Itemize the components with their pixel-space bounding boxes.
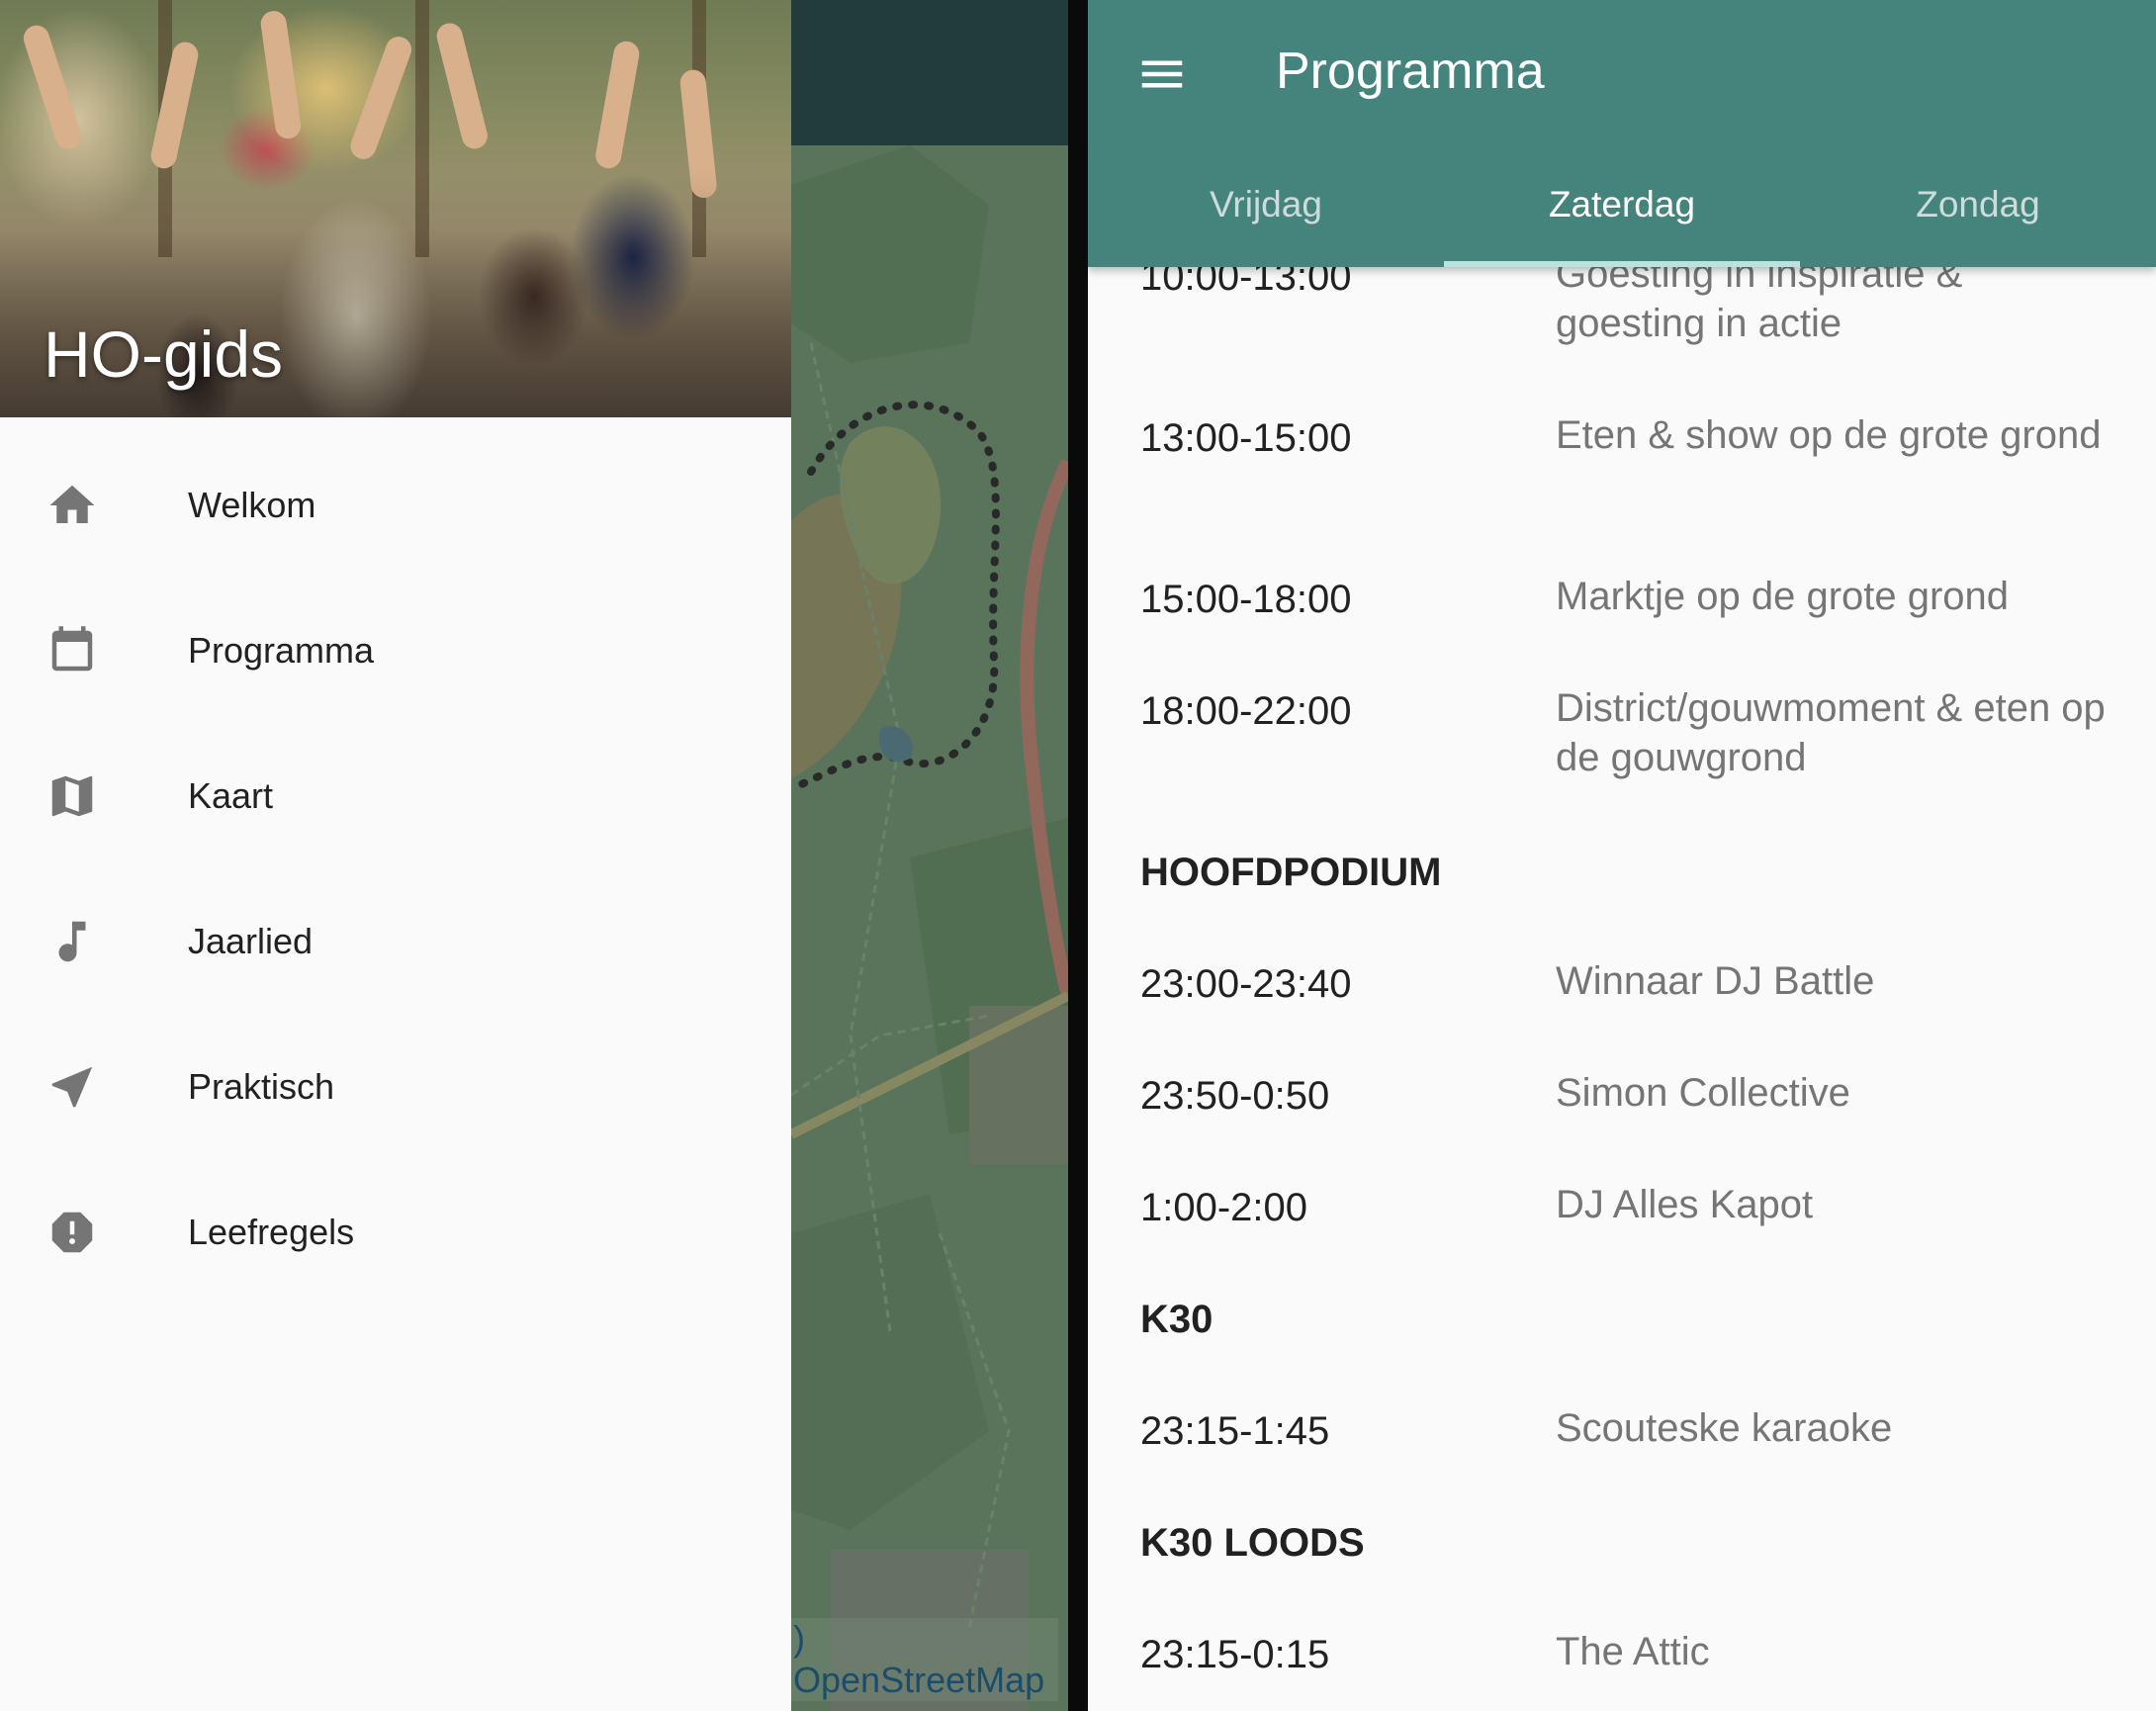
map-toolbar-scrim <box>791 0 1068 145</box>
tab-vrijdag[interactable]: Vrijdag <box>1088 178 1444 267</box>
drawer-header-image: HO-gids <box>0 0 791 417</box>
program-activity: Marktje op de grote grond <box>1556 575 2010 618</box>
program-row: 23:15-1:45 Scouteske karaoke <box>1088 1406 2156 1521</box>
drawer-item-label: Leefregels <box>188 1211 355 1252</box>
drawer-item-label: Programma <box>188 629 375 671</box>
app-bar: Programma Vrijdag Zaterdag Zondag <box>1088 0 2156 267</box>
navigation-drawer: HO-gids Welkom Programma Kaart Jaarlied <box>0 0 791 1711</box>
drawer-item-label: Jaarlied <box>188 920 314 961</box>
program-row: 18:00-22:00 District/gouwmoment & eten o… <box>1088 686 2156 851</box>
navigation-icon <box>44 1058 101 1116</box>
program-time: 23:50-0:50 <box>1140 1074 1330 1118</box>
program-screen: Programma Vrijdag Zaterdag Zondag 10:00-… <box>1088 0 2156 1711</box>
drawer-item-label: Kaart <box>188 774 274 816</box>
section-header-hoofdpodium: HOOFDPODIUM <box>1088 851 2156 962</box>
program-time: 18:00-22:00 <box>1140 689 1352 733</box>
program-activity: Eten & show op de grote grond <box>1556 413 2102 457</box>
drawer-item-kaart[interactable]: Kaart <box>0 723 791 868</box>
program-activity: Scouteske karaoke <box>1556 1406 1893 1450</box>
hamburger-menu-button[interactable] <box>1135 47 1189 101</box>
program-activity: Winnaar DJ Battle <box>1556 959 1875 1003</box>
program-row: 13:00-15:00 Eten & show op de grote gron… <box>1088 413 2156 578</box>
program-time: 13:00-15:00 <box>1140 416 1352 460</box>
home-icon <box>44 477 101 534</box>
drawer-title: HO-gids <box>44 317 284 391</box>
drawer-item-label: Welkom <box>188 484 316 525</box>
drawer-item-leefregels[interactable]: Leefregels <box>0 1159 791 1305</box>
drawer-item-programma[interactable]: Programma <box>0 578 791 723</box>
program-row: 23:50-0:50 Simon Collective <box>1088 1071 2156 1186</box>
calendar-icon <box>44 622 101 679</box>
drawer-item-praktisch[interactable]: Praktisch <box>0 1014 791 1159</box>
program-time: 15:00-18:00 <box>1140 578 1352 621</box>
drawer-menu: Welkom Programma Kaart Jaarlied Praktisc… <box>0 417 791 1305</box>
section-title: HOOFDPODIUM <box>1140 851 1442 894</box>
program-time: 23:15-1:45 <box>1140 1409 1330 1453</box>
section-header-k30-loods: K30 LOODS <box>1088 1521 2156 1633</box>
alert-icon <box>44 1204 101 1261</box>
menu-icon <box>1141 60 1183 88</box>
drawer-item-label: Praktisch <box>188 1065 335 1107</box>
map-icon <box>44 767 101 825</box>
drawer-item-welkom[interactable]: Welkom <box>0 432 791 578</box>
section-title: K30 LOODS <box>1140 1521 1365 1565</box>
program-time: 1:00-2:00 <box>1140 1186 1308 1229</box>
screen-divider <box>1068 0 1088 1711</box>
program-row: 23:15-0:15 The Attic <box>1088 1630 2156 1711</box>
music-note-icon <box>44 913 101 970</box>
program-list[interactable]: 10:00-13:00 Goesting in inspiratie & goe… <box>1088 252 2156 1711</box>
day-tabs: Vrijdag Zaterdag Zondag <box>1088 178 2156 267</box>
program-row: 15:00-18:00 Marktje op de grote grond <box>1088 575 2156 689</box>
program-activity: DJ Alles Kapot <box>1556 1183 1814 1226</box>
section-header-k30: K30 <box>1088 1298 2156 1409</box>
program-row: 1:00-2:00 DJ Alles Kapot <box>1088 1183 2156 1298</box>
map-attribution[interactable]: ) OpenStreetMap <box>791 1618 1058 1701</box>
program-time: 23:15-0:15 <box>1140 1633 1330 1676</box>
map-view[interactable]: ) OpenStreetMap <box>791 145 1068 1711</box>
program-time: 23:00-23:40 <box>1140 962 1352 1006</box>
tab-zaterdag[interactable]: Zaterdag <box>1444 178 1800 267</box>
section-title: K30 <box>1140 1298 1213 1341</box>
program-activity: District/gouwmoment & eten op de gouwgro… <box>1556 686 2106 779</box>
program-row: 10:00-13:00 Goesting in inspiratie & goe… <box>1088 252 2156 416</box>
map-background: ) OpenStreetMap <box>791 0 1068 1711</box>
program-activity: Simon Collective <box>1556 1071 1850 1115</box>
drawer-item-jaarlied[interactable]: Jaarlied <box>0 868 791 1014</box>
program-activity: The Attic <box>1556 1630 1710 1673</box>
page-title: Programma <box>1276 43 1545 100</box>
program-row: 23:00-23:40 Winnaar DJ Battle <box>1088 959 2156 1074</box>
tab-zondag[interactable]: Zondag <box>1800 178 2156 267</box>
